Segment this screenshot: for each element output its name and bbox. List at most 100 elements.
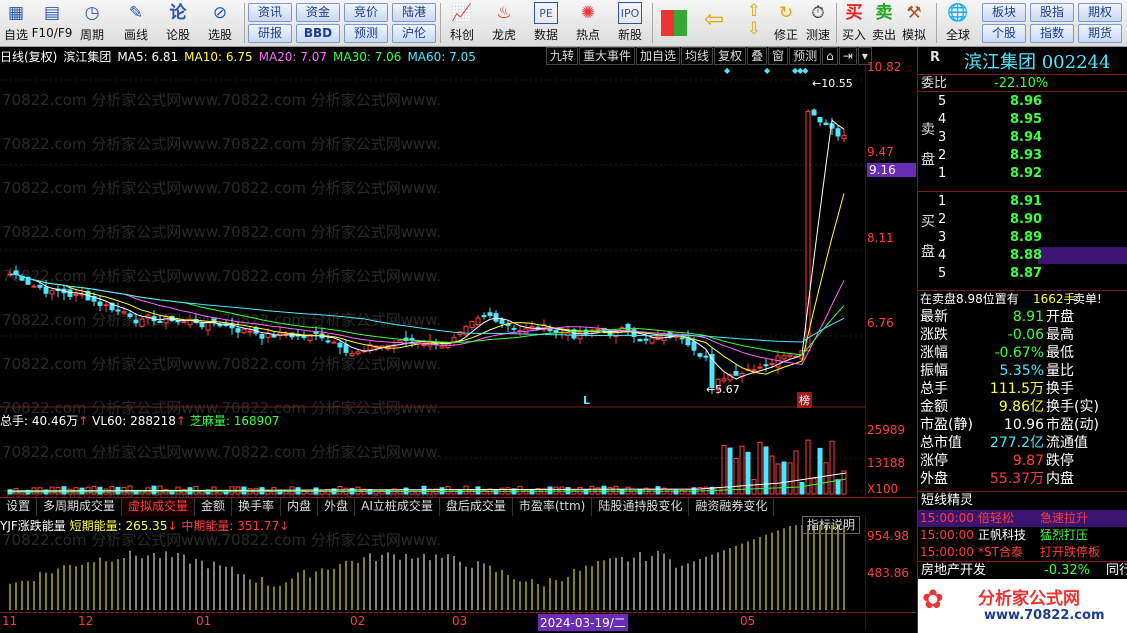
lock-icon[interactable]: ⌂ <box>822 47 838 65</box>
buy-level-row[interactable]: 5 8.87 <box>918 265 1127 282</box>
buy-level-row[interactable]: 2 8.90 <box>918 211 1127 228</box>
tab-overlay[interactable]: 叠 <box>747 47 768 65</box>
ind-tab-ai-volume[interactable]: AI立桩成交量 <box>355 498 440 516</box>
ind-tab-multi-period-volume[interactable]: 多周期成交量 <box>37 498 123 516</box>
stat-label-right: 最低 <box>1046 345 1074 361</box>
kline-chart[interactable]: 70822.com 分析家公式网www.70822.com 分析家公式网www.… <box>0 65 866 630</box>
correct-icon: ↻ <box>778 3 794 23</box>
volume-bar <box>553 486 559 495</box>
volume-bar <box>451 489 457 495</box>
kechuang-button[interactable]: 📈 科创 <box>442 2 482 44</box>
funds-button[interactable]: 资金 <box>296 3 340 22</box>
tab-forecast[interactable]: 预测 <box>789 47 822 65</box>
forecast-button[interactable]: 预测 <box>344 24 388 43</box>
candle-body <box>337 342 343 348</box>
research-button[interactable]: 研报 <box>248 24 292 43</box>
ind-tab-after-hours[interactable]: 盘后成交量 <box>440 498 513 516</box>
ind-tab-pe-ttm[interactable]: 市盈率(ttm) <box>513 498 593 516</box>
ind-tab-inner[interactable]: 内盘 <box>281 498 319 516</box>
volume-bar <box>817 447 823 495</box>
tab-major-events[interactable]: 重大事件 <box>579 47 636 65</box>
shanghai-london-button[interactable]: 沪伦 <box>392 24 436 43</box>
date-tick: 05 <box>740 614 756 628</box>
volume-bar <box>355 486 361 495</box>
stock-picker-button[interactable]: ⊘ 选股 <box>200 2 240 44</box>
sell-level-row[interactable]: 5 8.96 <box>918 93 1127 110</box>
ind-tab-virtual-volume[interactable]: 虚拟成交量 <box>122 498 196 516</box>
candle-body <box>31 285 37 288</box>
elf-event: 打开跌停板 <box>1040 545 1101 559</box>
volume-bar <box>475 486 481 495</box>
data-button[interactable]: PE 数据 <box>526 2 566 44</box>
new-stock-button[interactable]: IPO 新股 <box>610 2 650 44</box>
simulate-button[interactable]: ⚒ 模拟 <box>894 2 934 44</box>
sector-button[interactable]: 板块 <box>982 3 1026 22</box>
stat-label: 振幅 <box>920 363 948 379</box>
chart-mode[interactable]: 日线(复权) <box>0 50 57 64</box>
tab-window[interactable]: 窗 <box>768 47 789 65</box>
event-diamond-icon[interactable]: ◆ <box>764 66 770 75</box>
tab-nine-turn[interactable]: 九转 <box>546 47 579 65</box>
marker-bang[interactable]: 榜 <box>797 392 812 408</box>
news-button[interactable]: 资讯 <box>248 3 292 22</box>
sell-level-row[interactable]: 4 8.95 <box>918 111 1127 128</box>
candle-body <box>259 334 265 339</box>
sell-level-row[interactable]: 1 8.92 <box>918 165 1127 182</box>
back-button[interactable]: ⇦ <box>696 2 732 44</box>
event-diamond-icon[interactable]: ◆ <box>724 66 730 75</box>
buy-price: 8.91 <box>1010 194 1043 209</box>
speed-test-button[interactable]: ⏱ 测速 <box>798 2 838 44</box>
event-diamond-icon[interactable]: ◆◆◆ <box>792 66 809 75</box>
stock-button[interactable]: 个股 <box>982 24 1026 43</box>
book-divider <box>918 191 1127 192</box>
elf-item[interactable]: 15:00:00 倍轻松 急速拉升 <box>918 510 1127 527</box>
indicator-explain-button[interactable]: 指标说明 <box>802 516 861 534</box>
candle-body <box>181 321 187 324</box>
arrow-right-icon[interactable]: ⇥ <box>838 47 857 65</box>
sell-level-row[interactable]: 3 8.94 <box>918 129 1127 146</box>
ind-tab-outer[interactable]: 外盘 <box>318 498 356 516</box>
toolbar-separator <box>652 3 653 43</box>
elf-item[interactable]: 15:00:00 *ST合泰 打开跌停板 <box>918 544 1127 561</box>
buy-level-row[interactable]: 3 8.89 <box>918 229 1127 246</box>
candle-body <box>397 340 403 343</box>
candle-body <box>475 317 481 325</box>
buy-price: 8.87 <box>1010 266 1043 281</box>
period-button[interactable]: ◷ 周期 <box>72 2 112 44</box>
buy-level-row[interactable]: 4 8.88 <box>918 247 1127 264</box>
bbd-button[interactable]: BBD <box>296 24 340 43</box>
f10-button[interactable]: ▤ F10/F9 <box>30 2 74 44</box>
index-future-button[interactable]: 股指 <box>1030 3 1074 22</box>
volume-bar <box>517 485 523 495</box>
stat-label-right: 市盈(动) <box>1046 417 1099 433</box>
ind-tab-amount[interactable]: 金额 <box>195 498 233 516</box>
dragon-tiger-button[interactable]: ♨ 龙虎 <box>484 2 524 44</box>
level-number: 3 <box>938 230 947 245</box>
ind-tab-turnover[interactable]: 换手率 <box>232 498 282 516</box>
elf-item[interactable]: 15:00:00 正帆科技 猛烈打压 <box>918 527 1127 544</box>
buy-level-row[interactable]: 1 8.91 <box>918 193 1127 210</box>
candle-body <box>733 371 739 376</box>
tab-add-watchlist[interactable]: 加自选 <box>636 47 681 65</box>
candle-body <box>637 338 643 342</box>
color-grid-button[interactable] <box>656 2 692 44</box>
hotspot-button[interactable]: ✺ 热点 <box>568 2 608 44</box>
options-button[interactable]: 期权 <box>1078 3 1122 22</box>
discuss-button[interactable]: 论论股 <box>158 2 198 44</box>
ind-tab-settings[interactable]: 设置 <box>0 498 38 516</box>
watermark-text: 70822.com 分析家公式网www.70822.com 分析家公式网www. <box>2 223 441 241</box>
tab-adjust[interactable]: 复权 <box>714 47 747 65</box>
global-button[interactable]: 🌐 全球 <box>938 2 978 44</box>
sector-row[interactable]: 房地产开发 -0.32% 同行 <box>918 561 1127 578</box>
ind-tab-margin[interactable]: 融资融券变化 <box>689 498 775 516</box>
sell-price: 8.95 <box>1010 112 1043 127</box>
index-button[interactable]: 指数 <box>1030 24 1074 43</box>
tab-moving-average[interactable]: 均线 <box>681 47 714 65</box>
marker-l[interactable]: L <box>583 394 590 407</box>
ind-tab-northbound[interactable]: 陆股通持股变化 <box>592 498 690 516</box>
sell-level-row[interactable]: 2 8.93 <box>918 147 1127 164</box>
futures-button[interactable]: 期货 <box>1078 24 1122 43</box>
auction-button[interactable]: 竞价 <box>344 3 388 22</box>
draw-line-button[interactable]: ✎ 画线 <box>116 2 156 44</box>
hk-connect-button[interactable]: 陆港 <box>392 3 436 22</box>
